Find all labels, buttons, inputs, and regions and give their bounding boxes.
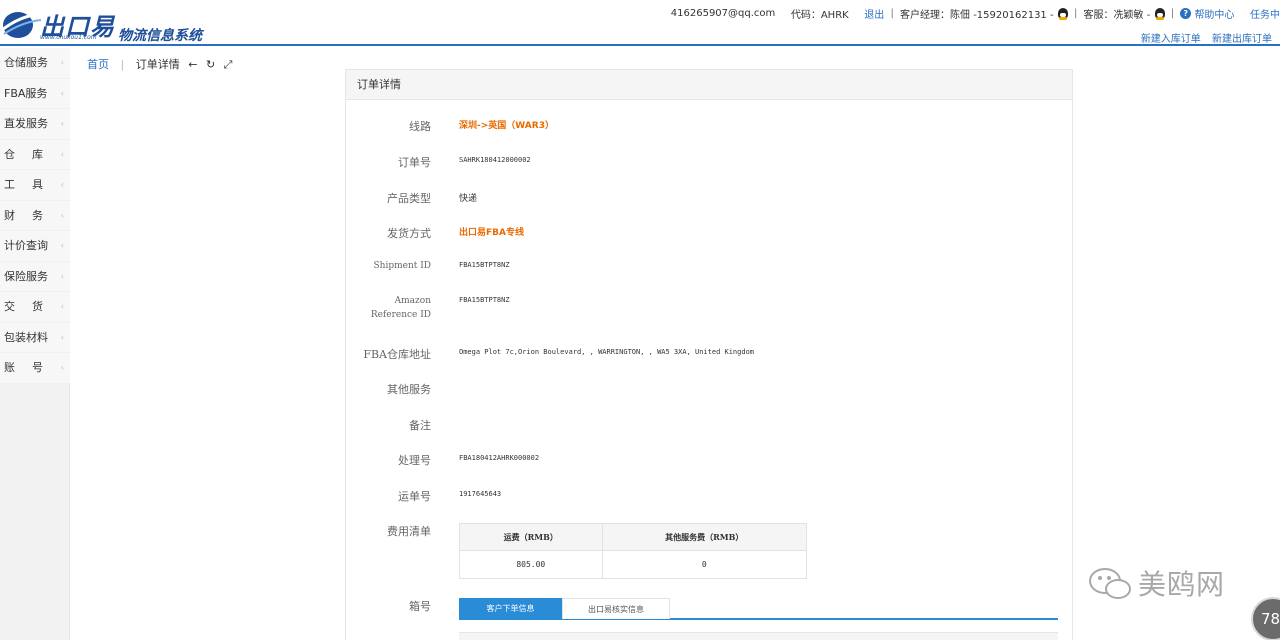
process-no-value: FBA180412AHRK000002 [459,454,540,462]
user-bar: 416265907@qq.com 代码：AHRK 退出 | 客户经理：陈佃 -1… [670,6,1280,21]
sidebar-item-warehouse[interactable]: 仓库 ‹ [0,140,70,170]
info-tabs: 客户下单信息 出口易核实信息 [459,598,1058,620]
globe-logo-icon [1,12,42,38]
logo[interactable]: 出口易 www.chukou1.com 物流信息系统 [0,4,220,44]
sidebar-item-insurance[interactable]: 保险服务 ‹ [0,262,70,292]
account-email: 416265907@qq.com [670,8,776,19]
logo-subtitle: 物流信息系统 [118,28,202,44]
qq-icon[interactable] [1154,8,1165,20]
sidebar-item-account[interactable]: 账号 ‹ [0,353,70,384]
product-type-value: 快递 [459,194,478,204]
tracking-no-label: 运单号 [398,490,431,503]
shipping-method-label: 发货方式 [387,227,431,240]
route-label: 线路 [409,120,431,133]
counter-badge: 78 [1251,597,1280,640]
chevron-left-icon: ‹ [60,241,64,250]
sidebar-item-packaging[interactable]: 包装材料 ‹ [0,323,70,353]
order-detail-panel: 订单详情 线路 深圳->英国（WAR3） 订单号 SAHRK1804120000… [345,69,1073,640]
top-header: 出口易 www.chukou1.com 物流信息系统 416265907@qq.… [0,0,1280,46]
table-row: 805.00 0 [459,550,808,579]
sidebar-item-delivery[interactable]: 交货 ‹ [0,292,70,323]
sidebar-menu: 仓储服务 ‹ FBA服务 ‹ 直发服务 ‹ 仓库 ‹ 工具 ‹ 财务 ‹ 计价查询 ‹ 保险服… [0,48,70,384]
sidebar: 仓储服务 ‹ FBA服务 ‹ 直发服务 ‹ 仓库 ‹ 工具 ‹ 财务 ‹ 计价查询 ‹ 保险服… [0,48,70,640]
chevron-left-icon: ‹ [60,88,64,98]
route-value: 深圳->英国（WAR3） [459,121,554,131]
fee-table: 运费（RMB） 其他服务费（RMB） 805.00 0 [459,523,808,579]
amazon-ref-label-line2: Reference ID [370,310,431,320]
other-fee-cell: 0 [601,550,808,579]
tab-customer-order-info[interactable]: 客户下单信息 [459,598,562,619]
sidebar-item-finance[interactable]: 财务 ‹ [0,201,70,231]
chevron-left-icon: ‹ [60,363,64,372]
chevron-left-icon: ‹ [60,302,64,311]
panel-title: 订单详情 [346,70,1072,100]
chevron-left-icon: ‹ [60,119,64,128]
breadcrumb-home[interactable]: 首页 [87,58,109,71]
customer-code: 代码：AHRK [790,10,849,21]
new-outbound-order-link[interactable]: 新建出库订单 [1212,34,1272,45]
expand-icon[interactable]: ⤢ [224,58,233,72]
help-icon[interactable]: ? [1180,8,1192,19]
watermark: 美鸥网 [1088,563,1248,603]
watermark-text: 美鸥网 [1138,568,1226,601]
table-header-row: 运费（RMB） 其他服务费（RMB） [459,523,808,551]
new-inbound-order-link[interactable]: 新建入库订单 [1141,34,1201,45]
logout-link[interactable]: 退出 [864,6,884,21]
column-header: 运费（RMB） [459,523,603,551]
customer-service: 客服：冼颖敏 - [1083,10,1151,21]
product-type-label: 产品类型 [387,192,431,205]
tab-content-area [459,632,1058,640]
chevron-left-icon: ‹ [60,332,64,342]
chevron-left-icon: ‹ [60,58,64,67]
shipment-id-label: Shipment ID [373,261,431,271]
refresh-icon[interactable]: ↻ [206,58,215,71]
qq-icon[interactable] [1057,8,1068,20]
wechat-icon [1089,568,1131,599]
chevron-left-icon: ‹ [60,271,64,281]
freight-cost-cell: 805.00 [459,550,603,579]
fee-list-label: 费用清单 [387,525,431,538]
other-services-label: 其他服务 [387,383,431,396]
chevron-left-icon: ‹ [60,210,64,220]
fba-address-value: Omega Plot 7c,Orion Boulevard, , WARRING… [459,348,755,356]
quick-links: 新建入库订单 新建出库订单 [1133,30,1272,45]
process-no-label: 处理号 [398,454,431,467]
tab-verified-info[interactable]: 出口易核实信息 [562,598,670,619]
sidebar-item-storage[interactable]: 仓储服务 ‹ [0,48,70,79]
remark-label: 备注 [409,419,431,432]
logo-url: www.chukou1.com [40,34,97,41]
tracking-no-value: 1917645643 [459,490,502,498]
amazon-ref-value: FBA15BTPT8NZ [459,296,510,304]
sidebar-item-tools[interactable]: 工具 ‹ [0,170,70,201]
chevron-left-icon: ‹ [60,180,64,189]
sidebar-item-direct[interactable]: 直发服务 ‹ [0,109,70,140]
breadcrumb-current: 订单详情 [135,58,180,71]
box-no-label: 箱号 [409,600,431,613]
amazon-ref-label-line1: Amazon [394,296,431,306]
shipment-id-value: FBA15BTPT8NZ [459,261,510,269]
column-header: 其他服务费（RMB） [601,523,808,551]
sidebar-item-fba[interactable]: FBA服务 ‹ [0,79,70,109]
chevron-left-icon: ‹ [60,149,64,159]
order-no-value: SAHRK180412000002 [459,156,531,164]
help-center-link[interactable]: 帮助中心 [1194,6,1234,21]
shipping-method-value: 出口易FBA专线 [459,228,524,238]
fba-address-label: FBA仓库地址 [363,348,431,361]
order-no-label: 订单号 [398,156,431,169]
account-manager: 客户经理：陈佃 -15920162131 - [900,10,1054,21]
breadcrumb: 首页 | 订单详情 ← ↻ ⤢ [87,58,233,72]
sidebar-item-pricing[interactable]: 计价查询 ‹ [0,231,70,262]
back-arrow-icon[interactable]: ← [188,58,197,71]
tasks-link[interactable]: 任务中 [1250,6,1280,21]
